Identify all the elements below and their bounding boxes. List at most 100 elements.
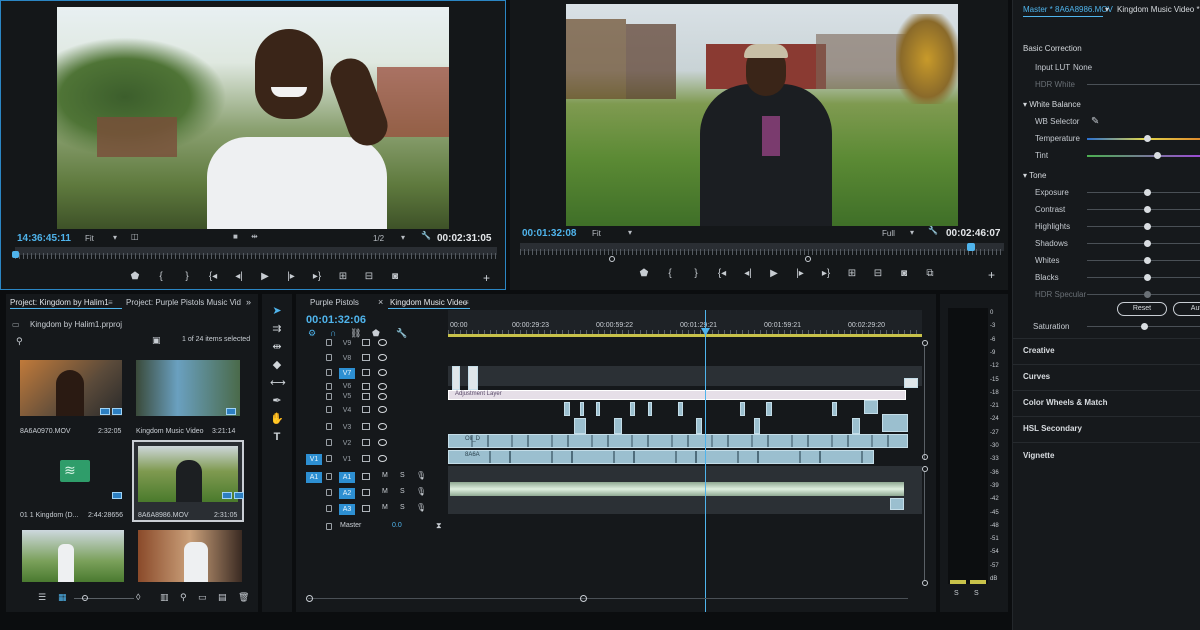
contrast-knob[interactable] [1144,206,1151,213]
eyedropper-icon[interactable]: ✎ [1091,116,1099,127]
audio-clip-a3[interactable] [890,498,904,510]
drag-video-icon[interactable]: ⇹ [251,232,258,241]
track-target-a3[interactable]: A3 [339,504,355,515]
clip-v1[interactable]: 8A6A [448,450,874,464]
step-forward-icon[interactable]: |▸ [285,271,297,282]
sync-lock-icon[interactable] [362,393,370,400]
selected-clip-thumbnail[interactable] [132,440,244,522]
sync-lock-icon[interactable] [362,455,370,462]
clip-v3[interactable] [614,418,622,434]
sync-lock-icon[interactable] [362,383,370,390]
program-resolution-dropdown[interactable]: Full [882,229,895,238]
lumetri-tab-sequence[interactable]: Kingdom Music Video * [1117,5,1200,14]
clip-v4[interactable] [630,402,635,416]
trash-icon[interactable]: 🗑 [238,592,249,603]
eye-icon[interactable] [378,423,387,430]
panel-menu-icon[interactable]: ≡ [464,298,469,307]
clip-thumbnail[interactable] [138,530,242,582]
tone-header[interactable]: ▾ Tone [1023,171,1046,180]
chevron-down-icon[interactable]: ▾ [401,233,405,242]
exposure-knob[interactable] [1144,189,1151,196]
track-target-v3[interactable]: V3 [339,422,355,433]
audio-clip-a2[interactable] [450,482,904,496]
insert-icon[interactable]: ⊞ [337,271,349,282]
go-to-in-icon[interactable]: {◂ [716,268,728,279]
solo-left-button[interactable]: S [954,590,959,597]
clip-v4[interactable] [678,402,683,416]
source-resolution-dropdown[interactable]: 1/2 [373,234,384,243]
sync-lock-icon[interactable] [362,439,370,446]
vertical-zoom-handle[interactable] [922,580,928,586]
horizontal-zoom-handle[interactable] [306,595,313,602]
auto-button[interactable]: Auto [1173,302,1200,316]
lock-icon[interactable] [326,523,332,530]
sequence-tab-kingdom[interactable]: Kingdom Music Video [390,298,467,307]
lock-icon[interactable] [326,439,332,446]
compare-view-icon[interactable]: ⧉ [924,268,936,279]
saturation-knob[interactable] [1141,323,1148,330]
white-balance-header[interactable]: ▾ White Balance [1023,100,1081,109]
lock-icon[interactable] [326,383,332,390]
track-target-v9[interactable]: V9 [339,338,355,349]
add-button-icon[interactable]: + [988,268,995,282]
extract-icon[interactable]: ⊟ [872,268,884,279]
go-to-in-icon[interactable]: {◂ [207,271,219,282]
mark-out-icon[interactable]: } [690,268,702,279]
track-target-a2[interactable]: A2 [339,488,355,499]
project-tab-purple-pistols[interactable]: Project: Purple Pistols Music Vid [126,298,241,307]
lock-icon[interactable] [326,369,332,376]
sync-lock-icon[interactable] [362,423,370,430]
chevron-down-icon[interactable]: ▾ [910,228,914,237]
go-to-out-icon[interactable]: ▸} [820,268,832,279]
program-in-point[interactable] [609,256,615,262]
work-area-bar[interactable] [448,334,922,337]
marker-icon[interactable]: ⬟ [129,271,141,282]
program-zoom-handle[interactable] [805,256,811,262]
clip-v3[interactable] [754,418,760,434]
lock-icon[interactable] [326,489,332,496]
track-target-v1[interactable]: V1 [339,454,355,465]
track-target-v2[interactable]: V2 [339,438,355,449]
slip-tool-icon[interactable]: ⟷ [270,376,286,390]
clip-v3[interactable] [882,414,908,432]
source-fit-dropdown[interactable]: Fit [85,234,94,243]
eye-icon[interactable] [378,406,387,413]
sync-lock-icon[interactable] [362,473,370,480]
lock-icon[interactable] [326,473,332,480]
tint-slider[interactable] [1087,155,1200,157]
program-timecode[interactable]: 00:01:32:08 [522,228,576,239]
clip-v4[interactable] [648,402,652,416]
vertical-scrollbar[interactable] [924,346,925,460]
sort-icon[interactable]: ◊ [136,592,140,602]
safe-margins-icon[interactable]: ■ [233,232,238,241]
hsl-secondary-section[interactable]: HSL Secondary [1023,424,1082,433]
eye-icon[interactable] [378,339,387,346]
timeline-timecode[interactable]: 00:01:32:06 [306,314,366,326]
shadows-knob[interactable] [1144,240,1151,247]
new-bin-icon[interactable]: ▣ [152,335,161,346]
highlights-knob[interactable] [1144,223,1151,230]
clip-v3[interactable] [574,418,586,434]
lock-icon[interactable] [326,406,332,413]
source-time-ruler[interactable] [15,253,497,259]
program-fit-dropdown[interactable]: Fit [592,229,601,238]
microphone-icon[interactable]: 🎙 [416,487,426,496]
clip-v3[interactable] [696,418,702,434]
microphone-icon[interactable]: 🎙 [416,503,426,512]
clip-v3[interactable] [852,418,860,434]
solo-button[interactable]: S [400,504,405,511]
hdr-white-track[interactable] [1087,84,1200,85]
track-target-a1[interactable]: A1 [339,472,355,483]
horizontal-zoom-handle[interactable] [580,595,587,602]
find-icon[interactable]: ⚲ [180,592,187,603]
vertical-zoom-handle[interactable] [922,454,928,460]
icon-view-icon[interactable]: ▦ [58,592,67,603]
solo-button[interactable]: S [400,488,405,495]
marker-icon[interactable]: ⬟ [638,268,650,279]
track-target-v6[interactable]: V6 [339,382,355,391]
source-timecode[interactable]: 14:36:45:11 [17,233,71,244]
lift-icon[interactable]: ⊞ [846,268,858,279]
clip-thumbnail[interactable] [22,530,124,582]
project-tab-kingdom[interactable]: Project: Kingdom by Halim1 [10,298,109,307]
temperature-knob[interactable] [1144,135,1151,142]
